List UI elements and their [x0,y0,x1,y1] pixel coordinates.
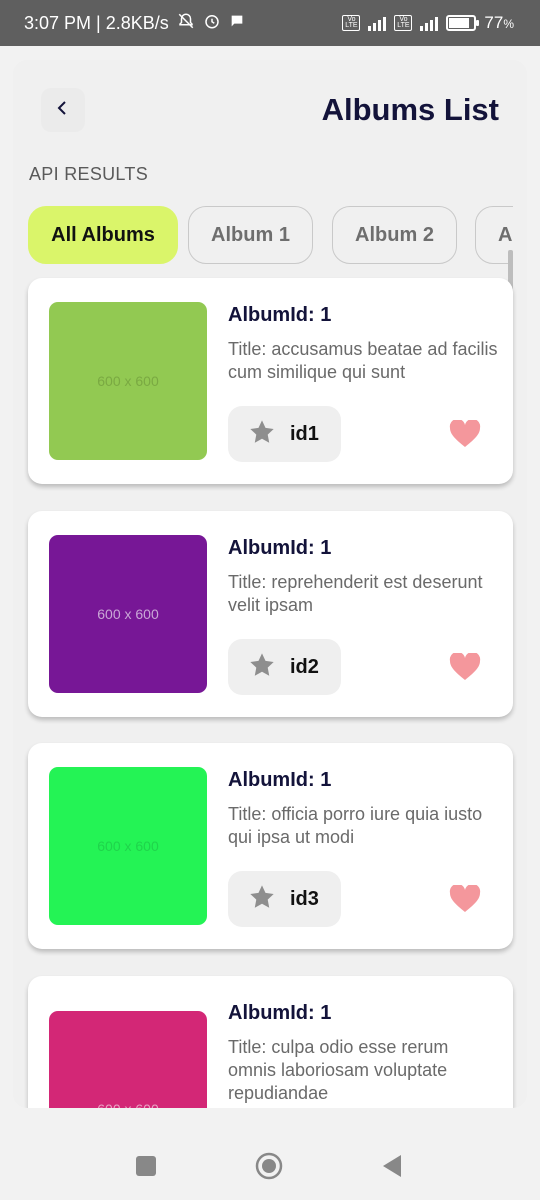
back-button[interactable] [41,88,85,132]
chip-album-1[interactable]: Album 1 [188,206,313,264]
album-id-heading: AlbumId: 1 [228,304,332,326]
chevron-left-icon [55,100,71,121]
back-nav-button[interactable] [378,1154,406,1182]
album-title: Title: accusamus beatae ad facilis cum s… [228,339,498,382]
battery-percent: 77% [484,13,514,32]
album-thumbnail: 600 x 600 [49,767,207,925]
square-icon [135,1155,157,1182]
album-card[interactable]: 600 x 600 AlbumId: 1 Title: accusamus be… [28,278,513,484]
album-filter-chips: All Albums Album 1 Album 2 A [28,206,513,264]
heart-icon[interactable] [449,651,481,681]
album-card[interactable]: 600 x 600 AlbumId: 1 Title: culpa odio e… [28,976,513,1108]
chip-all-albums[interactable]: All Albums [28,206,178,264]
star-icon [248,418,276,451]
home-button[interactable] [255,1152,283,1185]
album-card[interactable]: 600 x 600 AlbumId: 1 Title: reprehenderi… [28,511,513,717]
album-id-heading: AlbumId: 1 [228,769,332,791]
album-title: Title: culpa odio esse rerum omnis labor… [228,1037,449,1103]
chip-album-2[interactable]: Album 2 [332,206,457,264]
album-id-heading: AlbumId: 1 [228,537,332,559]
section-label: API RESULTS [29,164,148,184]
id-badge[interactable]: id1 [228,406,341,462]
album-title: Title: reprehenderit est deserunt velit … [228,572,483,615]
app-screen: Albums List API RESULTS All Albums Album… [13,60,527,1108]
id-label: id2 [290,655,319,678]
circle-icon [255,1152,283,1185]
bell-off-icon [177,12,195,35]
album-title: Title: officia porro iure quia iusto qui… [228,804,483,847]
id-label: id1 [290,422,319,445]
album-id-heading: AlbumId: 1 [228,1002,332,1024]
star-icon [248,651,276,684]
album-thumbnail: 600 x 600 [49,302,207,460]
album-thumbnail: 600 x 600 [49,535,207,693]
alarm-icon [203,12,221,35]
status-right: Vo LTE Vo LTE 77% [342,0,514,46]
heart-icon[interactable] [449,418,481,448]
navigation-bar [0,1135,540,1200]
volte-icon-2: Vo LTE [394,15,413,31]
id-badge[interactable]: id3 [228,871,341,927]
status-left: 3:07 PM | 2.8KB/s [24,0,245,46]
album-card[interactable]: 600 x 600 AlbumId: 1 Title: officia porr… [28,743,513,949]
triangle-back-icon [381,1154,403,1183]
signal-4g-icon [420,15,439,31]
status-bar: 3:07 PM | 2.8KB/s Vo LTE Vo LTE 77% [0,0,540,46]
id-label: id3 [290,887,319,910]
chat-icon [229,13,245,34]
battery-icon [446,15,480,31]
status-time-speed: 3:07 PM | 2.8KB/s [24,12,169,33]
signal-icon [368,15,387,31]
recents-button[interactable] [132,1154,160,1182]
star-icon [248,883,276,916]
page-title: Albums List [321,92,499,127]
album-thumbnail: 600 x 600 [49,1011,207,1108]
heart-icon[interactable] [449,883,481,913]
volte-icon: Vo LTE [342,15,361,31]
id-badge[interactable]: id2 [228,639,341,695]
